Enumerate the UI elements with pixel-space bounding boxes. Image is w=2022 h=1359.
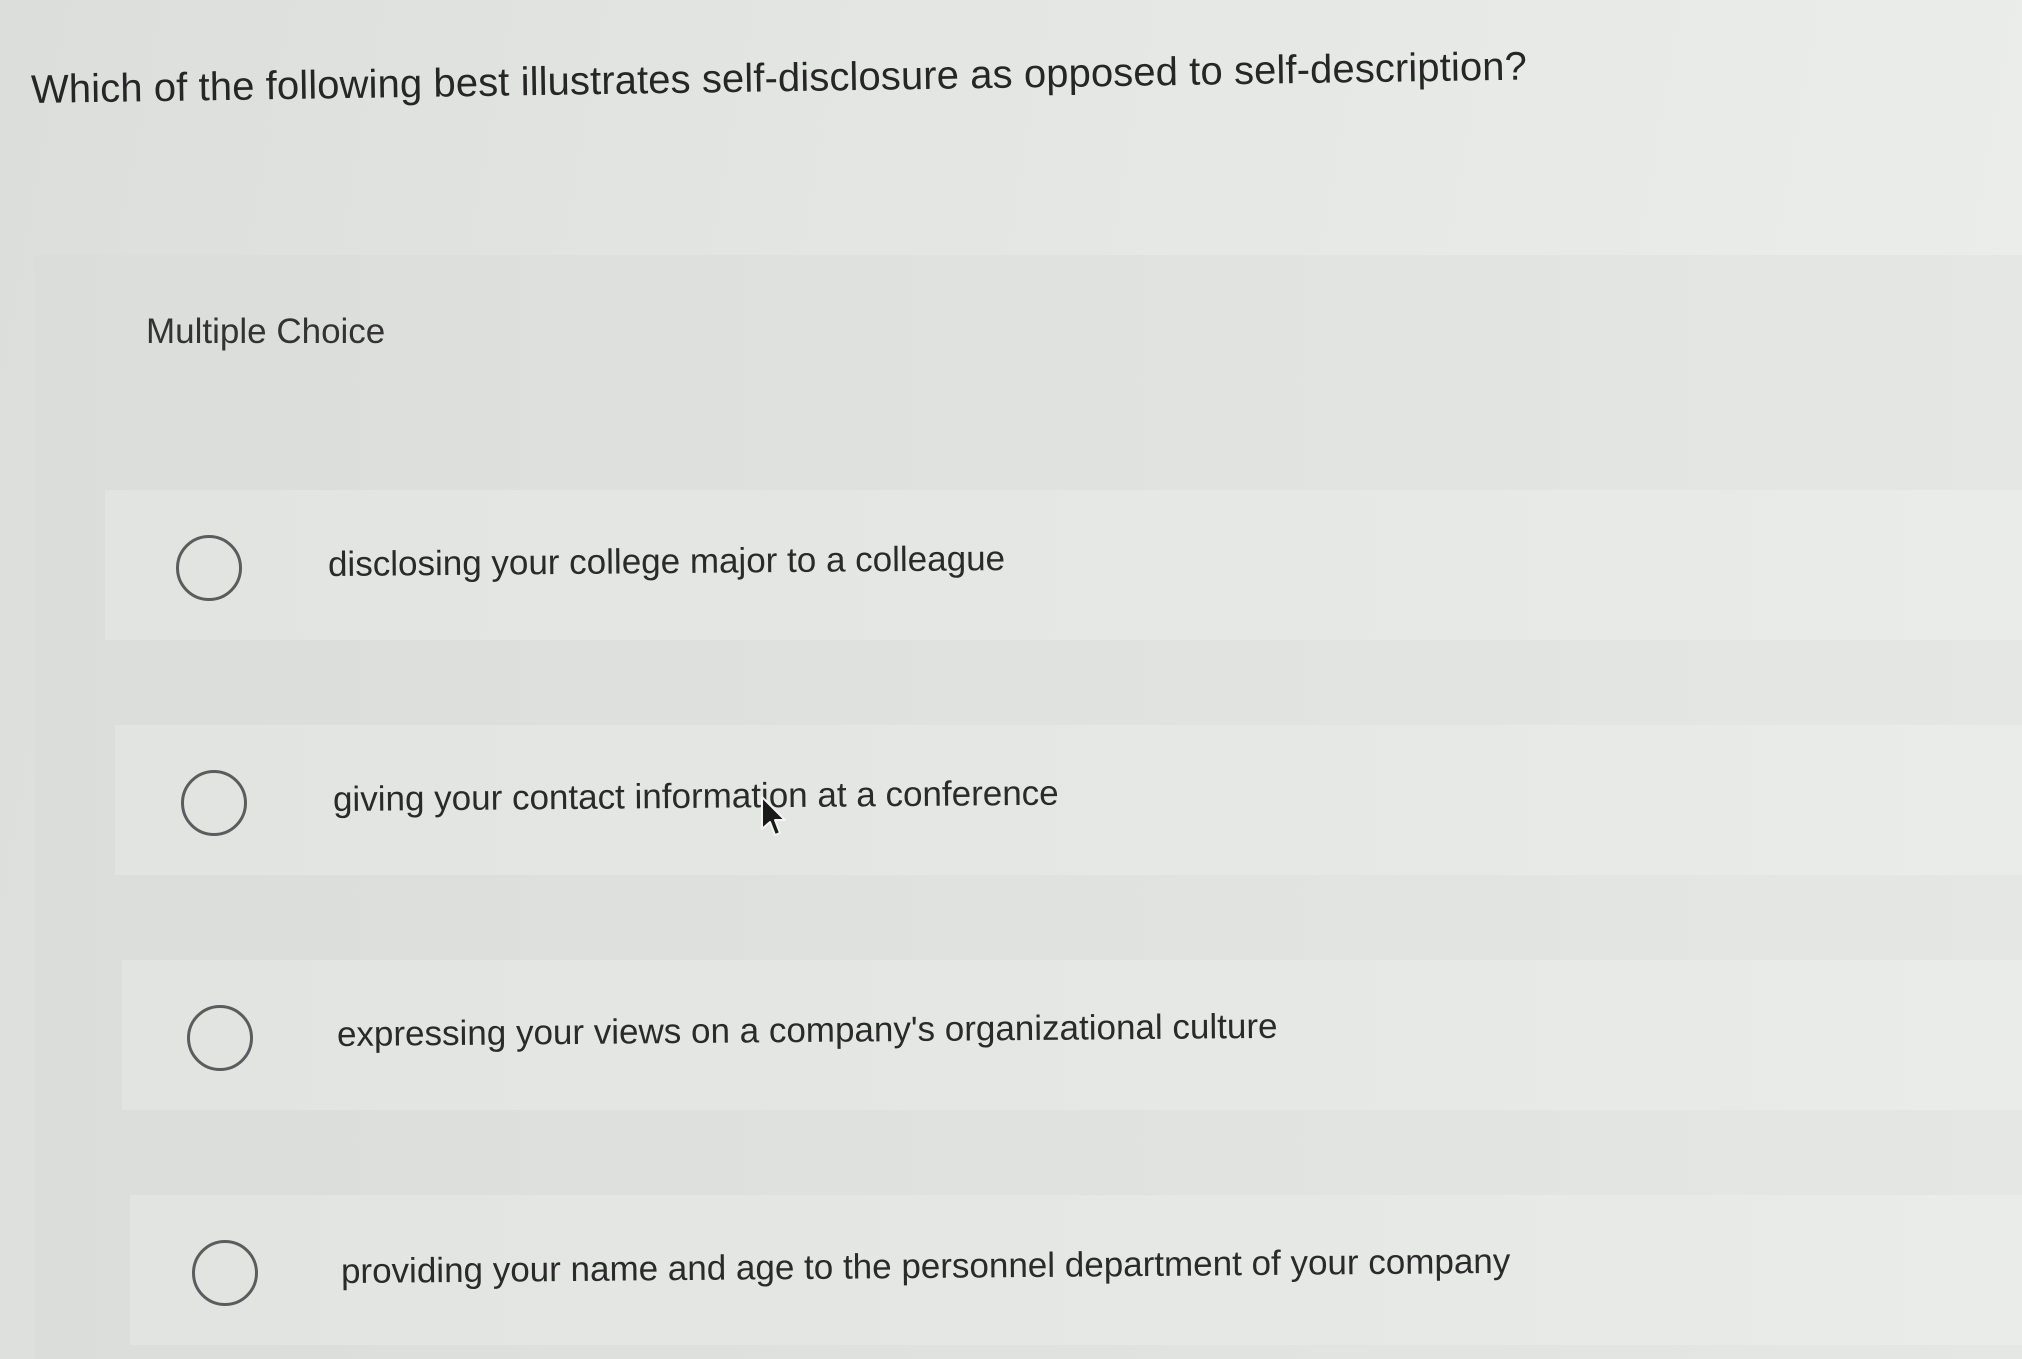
radio-unselected-icon[interactable] bbox=[187, 1005, 253, 1071]
answer-option-3-label[interactable]: expressing your views on a company's org… bbox=[337, 1007, 1278, 1055]
radio-unselected-icon[interactable] bbox=[181, 770, 247, 836]
question-type-label: Multiple Choice bbox=[146, 312, 386, 351]
radio-unselected-icon[interactable] bbox=[192, 1240, 258, 1306]
radio-unselected-icon[interactable] bbox=[176, 535, 242, 601]
question-text: Which of the following best illustrates … bbox=[30, 44, 1528, 112]
mouse-pointer-icon bbox=[761, 796, 786, 836]
answer-option-1-label[interactable]: disclosing your college major to a colle… bbox=[328, 539, 1005, 585]
answer-option-2-label[interactable]: giving your contact information at a con… bbox=[333, 774, 1059, 820]
